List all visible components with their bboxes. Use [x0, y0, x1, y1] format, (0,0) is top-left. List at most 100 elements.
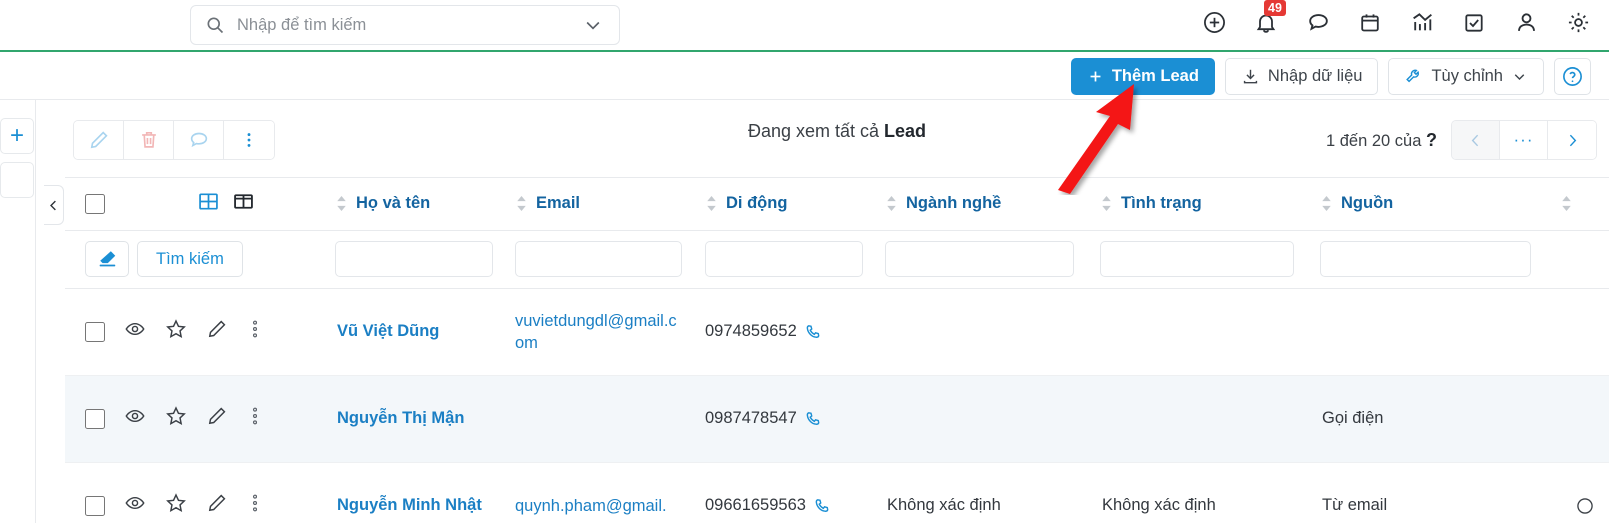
table-row[interactable]: Nguyễn Minh Nhật quynh.pham@gmail. 09661…	[65, 462, 1609, 523]
filter-cell-email	[515, 230, 705, 289]
import-data-button[interactable]: Nhập dữ liệu	[1224, 58, 1379, 95]
pagination-total: ?	[1426, 129, 1437, 150]
row-more-options-icon[interactable]	[247, 406, 263, 431]
sidebar-empty-slot[interactable]	[0, 162, 34, 198]
row-more-options-icon[interactable]	[247, 319, 263, 344]
sort-icon[interactable]	[515, 195, 528, 212]
table-header-row: Họ và tên Email Di động Ngành nghề Tình …	[65, 178, 1609, 231]
sort-icon[interactable]	[1320, 195, 1333, 212]
filter-cell-mobile	[705, 230, 885, 289]
lead-name-link[interactable]: Vũ Việt Dũng	[335, 322, 515, 341]
add-lead-button[interactable]: Thêm Lead	[1070, 58, 1215, 95]
panel-collapse-toggle[interactable]	[44, 185, 64, 225]
view-icon[interactable]	[124, 492, 146, 519]
calendar-icon[interactable]	[1357, 10, 1383, 36]
filter-search-button[interactable]: Tìm kiếm	[137, 241, 243, 277]
filter-cell-name	[335, 230, 515, 289]
row-select-checkbox[interactable]	[85, 495, 105, 516]
lead-source-value: Gọi điện	[1322, 409, 1384, 427]
sort-icon[interactable]	[1100, 195, 1113, 212]
cell-email[interactable]: quynh.pham@gmail.	[515, 462, 705, 523]
cell-email[interactable]: vuvietdungdl@gmail.com	[515, 288, 705, 376]
favorite-icon[interactable]	[165, 492, 187, 519]
header-actions-cell	[65, 178, 335, 231]
table-row[interactable]: Vũ Việt Dũng vuvietdungdl@gmail.com 0974…	[65, 288, 1609, 376]
filter-input-source[interactable]	[1320, 241, 1532, 277]
pagination-range: 1 đến 20 của ?	[1326, 130, 1437, 151]
customize-label: Tùy chỉnh	[1431, 67, 1503, 85]
select-all-checkbox[interactable]	[85, 193, 105, 214]
phone-call-icon[interactable]	[813, 497, 831, 515]
edit-icon[interactable]	[206, 492, 228, 519]
user-icon[interactable]	[1513, 10, 1539, 36]
column-header-label: Ngành nghề	[906, 194, 1002, 213]
clear-filters-button[interactable]	[85, 241, 129, 277]
filter-input-status[interactable]	[1100, 241, 1294, 277]
cell-email[interactable]	[515, 375, 705, 463]
pagination-next-button[interactable]	[1548, 121, 1596, 159]
column-header-mobile[interactable]: Di động	[705, 178, 885, 231]
sort-icon[interactable]	[885, 195, 898, 212]
chevron-down-icon[interactable]	[583, 15, 603, 35]
gear-icon[interactable]	[1565, 10, 1591, 36]
table-row[interactable]: Nguyễn Thị Mận 0987478547 Gọi điện	[65, 375, 1609, 463]
pagination-prev-button[interactable]	[1452, 121, 1500, 159]
cell-status	[1100, 288, 1320, 376]
pagination-more-button[interactable]: ···	[1500, 121, 1548, 159]
row-select-checkbox[interactable]	[85, 321, 105, 342]
column-header-email[interactable]: Email	[515, 178, 705, 231]
lead-name-link[interactable]: Nguyễn Thị Mận	[335, 409, 515, 428]
analytics-icon[interactable]	[1409, 10, 1435, 36]
global-search[interactable]	[190, 5, 620, 45]
edit-icon[interactable]	[206, 405, 228, 432]
cell-overflow	[1560, 462, 1609, 523]
column-header-label: Tình trạng	[1121, 194, 1202, 213]
edit-icon[interactable]	[206, 318, 228, 345]
checkbox-task-icon[interactable]	[1461, 10, 1487, 36]
column-header-name[interactable]: Họ và tên	[335, 178, 515, 231]
row-more-options-icon[interactable]	[247, 493, 263, 518]
phone-call-icon[interactable]	[804, 410, 822, 428]
add-circle-icon[interactable]	[1201, 10, 1227, 36]
filter-input-name[interactable]	[335, 241, 494, 277]
filter-input-email[interactable]	[515, 241, 683, 277]
row-overflow-icon	[1576, 497, 1593, 514]
phone-call-icon[interactable]	[804, 323, 822, 341]
column-header-status[interactable]: Tình trạng	[1100, 178, 1320, 231]
sort-icon[interactable]	[705, 195, 718, 212]
view-icon[interactable]	[124, 318, 146, 345]
search-input[interactable]	[237, 15, 583, 35]
help-button[interactable]	[1554, 58, 1591, 95]
view-icon[interactable]	[124, 405, 146, 432]
sort-icon[interactable]	[1560, 195, 1573, 212]
row-select-checkbox[interactable]	[85, 408, 105, 429]
import-data-label: Nhập dữ liệu	[1267, 67, 1363, 85]
bell-icon[interactable]: 49	[1253, 0, 1286, 36]
cell-name[interactable]: Nguyễn Minh Nhật	[335, 462, 515, 523]
chat-icon[interactable]	[1305, 10, 1331, 36]
cell-name[interactable]: Vũ Việt Dũng	[335, 288, 515, 376]
favorite-icon[interactable]	[165, 318, 187, 345]
filter-row: Tìm kiếm	[65, 230, 1609, 289]
grid-view-icon[interactable]	[197, 190, 220, 218]
column-view-icon[interactable]	[232, 190, 255, 218]
sidebar-add-button[interactable]: +	[0, 118, 34, 154]
filter-cell-industry	[885, 230, 1100, 289]
cell-name[interactable]: Nguyễn Thị Mận	[335, 375, 515, 463]
filter-input-industry[interactable]	[885, 241, 1075, 277]
download-icon	[1243, 69, 1258, 84]
lead-name-link[interactable]: Nguyễn Minh Nhật	[335, 496, 515, 515]
customize-button[interactable]: Tùy chỉnh	[1388, 58, 1544, 95]
lead-email-link[interactable]: vuvietdungdl@gmail.com	[515, 310, 705, 354]
sort-icon[interactable]	[335, 195, 348, 212]
column-header-source[interactable]: Nguồn	[1320, 178, 1560, 231]
filter-input-mobile[interactable]	[705, 241, 864, 277]
column-header-overflow[interactable]	[1560, 178, 1609, 231]
column-header-label: Email	[536, 194, 581, 213]
lead-email-link[interactable]: quynh.pham@gmail.	[515, 495, 705, 517]
search-icon	[205, 15, 225, 35]
favorite-icon[interactable]	[165, 405, 187, 432]
pagination-range-text: 1 đến 20 của	[1326, 131, 1426, 150]
column-header-industry[interactable]: Ngành nghề	[885, 178, 1100, 231]
notification-badge: 49	[1264, 0, 1286, 16]
